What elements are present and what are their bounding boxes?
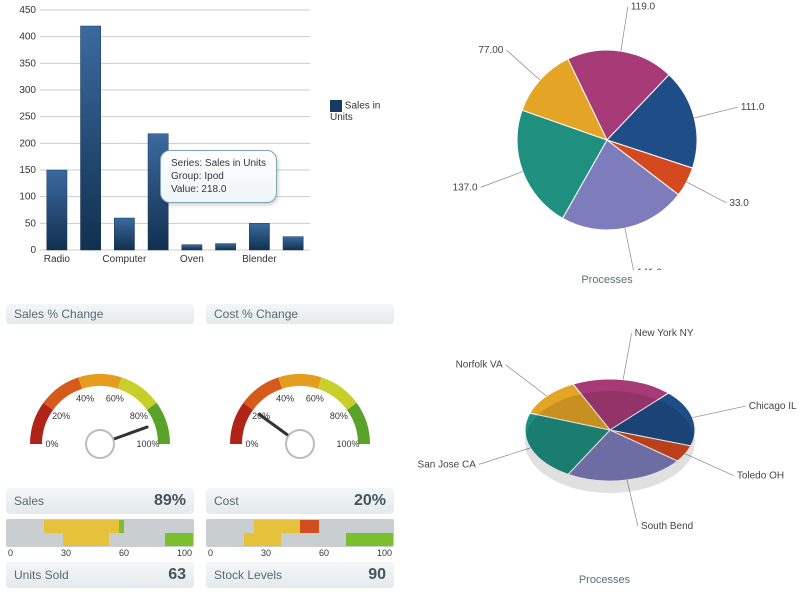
svg-text:350: 350: [19, 58, 36, 69]
svg-text:50: 50: [25, 218, 37, 229]
svg-text:Oven: Oven: [180, 254, 204, 264]
sales-value-row: Sales 89%: [6, 488, 194, 514]
svg-text:33.0: 33.0: [729, 198, 749, 209]
svg-text:South Bend: South Bend: [640, 521, 692, 532]
cost-label: Cost: [214, 494, 239, 508]
svg-text:Toledo OH: Toledo OH: [736, 471, 783, 482]
svg-text:80%: 80%: [330, 411, 348, 421]
units-value-row: Units Sold 63: [6, 562, 194, 588]
sales-gauge-panel: Sales % Change 0% 20% 40% 60% 80% 100% Sales …: [0, 300, 200, 600]
tick: 0: [8, 548, 13, 558]
svg-text:Blender: Blender: [242, 254, 277, 264]
svg-text:20%: 20%: [52, 411, 70, 421]
bottom-row: Sales % Change 0% 20% 40% 60% 80% 100% Sales …: [0, 300, 809, 600]
bar-chart: 050100150200250300350400450RadioTVComput…: [6, 4, 326, 264]
cost-value: 20%: [354, 492, 386, 510]
svg-text:0%: 0%: [45, 439, 58, 449]
cost-value-row: Cost 20%: [206, 488, 394, 514]
dashboard: 050100150200250300350400450RadioTVComput…: [0, 0, 809, 608]
svg-text:60%: 60%: [106, 393, 124, 403]
tick: 0: [208, 548, 213, 558]
svg-text:0: 0: [30, 245, 36, 256]
pie1-panel: 119.0111.033.0141.0137.077.00 Processes: [405, 0, 809, 300]
top-row: 050100150200250300350400450RadioTVComput…: [0, 0, 809, 300]
tick: 60: [319, 548, 329, 558]
units-spark: 0 30 60 100: [6, 518, 194, 558]
svg-text:300: 300: [19, 85, 36, 96]
tick: 60: [119, 548, 129, 558]
tick: 30: [261, 548, 271, 558]
svg-text:New York NY: New York NY: [634, 328, 693, 339]
stock-spark: 0 30 60 100: [206, 518, 394, 558]
tooltip-group: Group: Ipod: [171, 170, 266, 183]
sales-gauge-header: Sales % Change: [6, 304, 194, 324]
sales-label: Sales: [14, 494, 44, 508]
units-value: 63: [168, 566, 186, 584]
svg-text:119.0: 119.0: [631, 2, 656, 13]
svg-text:450: 450: [19, 5, 36, 16]
svg-text:250: 250: [19, 112, 36, 123]
svg-text:77.00: 77.00: [478, 45, 503, 56]
pie1-chart: 119.0111.033.0141.0137.077.00: [407, 0, 807, 270]
svg-text:400: 400: [19, 32, 36, 43]
svg-text:100%: 100%: [136, 439, 159, 449]
sales-gauge: 0% 20% 40% 60% 80% 100%: [10, 334, 190, 474]
svg-text:San Jose CA: San Jose CA: [417, 459, 476, 470]
tick: 30: [61, 548, 71, 558]
sales-value: 89%: [154, 492, 186, 510]
bar-chart-panel: 050100150200250300350400450RadioTVComput…: [0, 0, 405, 300]
svg-text:Chicago IL: Chicago IL: [748, 401, 796, 412]
tick: 100: [177, 548, 192, 558]
tooltip-series: Series: Sales in Units: [171, 157, 266, 170]
svg-text:40%: 40%: [76, 393, 94, 403]
cost-gauge: 0%20%40%60%80%100%: [210, 334, 390, 474]
svg-text:100%: 100%: [336, 439, 359, 449]
units-label: Units Sold: [14, 568, 69, 582]
svg-text:150: 150: [19, 165, 36, 176]
bar-legend: Sales in Units: [330, 100, 405, 123]
legend-swatch-icon: [330, 100, 342, 112]
pie2-panel: New York NY Chicago IL Toledo OH South Bend…: [400, 300, 809, 600]
cost-gauge-panel: Cost % Change 0% 20% 40% 60% 80% 100% Cost 20…: [200, 300, 400, 600]
svg-text:200: 200: [19, 138, 36, 149]
stock-value-row: Stock Levels 90: [206, 562, 394, 588]
tick: 100: [377, 548, 392, 558]
pie1-title: Processes: [405, 270, 809, 292]
svg-text:80%: 80%: [130, 411, 148, 421]
svg-text:Computer: Computer: [102, 254, 147, 264]
svg-text:Norfolk VA: Norfolk VA: [455, 360, 502, 371]
stock-label: Stock Levels: [214, 568, 282, 582]
svg-text:Radio: Radio: [44, 254, 71, 264]
svg-text:137.0: 137.0: [453, 182, 478, 193]
cost-gauge-header: Cost % Change: [206, 304, 394, 324]
svg-text:60%: 60%: [306, 393, 324, 403]
bar-tooltip: Series: Sales in Units Group: Ipod Value…: [160, 150, 277, 203]
tooltip-value: Value: 218.0: [171, 183, 266, 196]
pie2-title: Processes: [400, 570, 809, 592]
stock-value: 90: [368, 566, 386, 584]
svg-text:111.0: 111.0: [741, 102, 765, 113]
svg-text:100: 100: [19, 192, 36, 203]
pie2-chart: New York NY Chicago IL Toledo OH South Bend…: [405, 300, 805, 570]
svg-text:0%: 0%: [245, 439, 258, 449]
svg-text:40%: 40%: [276, 393, 294, 403]
